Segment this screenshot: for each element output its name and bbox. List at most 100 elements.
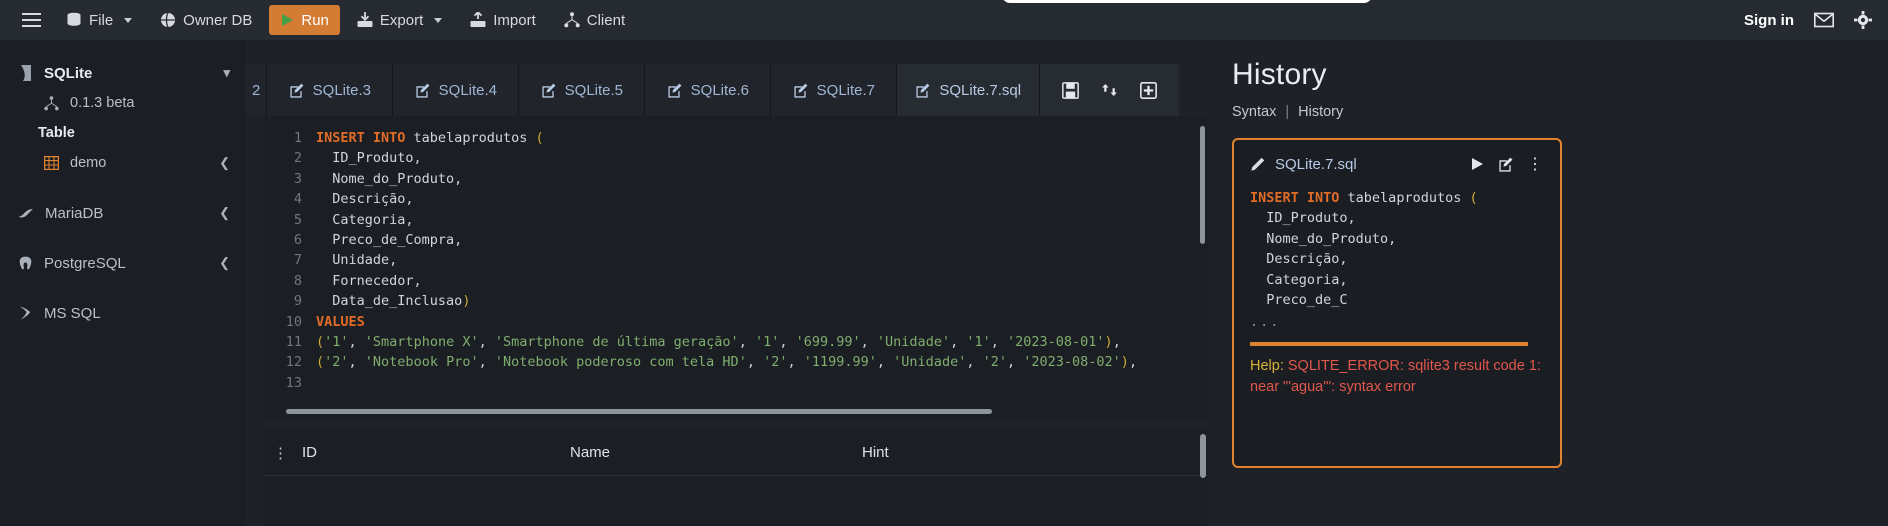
notification-popup-sliver[interactable]	[1002, 0, 1372, 3]
line-number: 4	[293, 191, 302, 208]
file-menu-button[interactable]: File	[55, 5, 143, 35]
sidebar: SQLite ▾ 0.1.3 beta Table demo ❮ MariaDB…	[0, 40, 246, 526]
sign-in-button[interactable]: Sign in	[1744, 12, 1794, 29]
editor-horizontal-scrollbar[interactable]	[286, 409, 992, 414]
page-title: History	[1232, 58, 1327, 91]
line-number: 9	[293, 293, 302, 310]
sidebar-item-postgresql[interactable]: PostgreSQL ❮	[0, 248, 246, 278]
history-code-line: ID_Produto,	[1250, 208, 1544, 228]
code-token: '2023-08-02'	[1023, 354, 1121, 371]
history-panel: History Syntax | History SQLite.7.sql ⋮ …	[1208, 40, 1888, 526]
tab-sqlite-3[interactable]: SQLite.3	[267, 64, 394, 116]
editor-vertical-scrollbar[interactable]	[1200, 126, 1205, 244]
sidebar-section-table: Table	[0, 118, 246, 148]
mariadb-icon	[18, 206, 34, 220]
link-syntax[interactable]: Syntax	[1232, 104, 1276, 120]
history-card-code: INSERT INTO tabelaprodutos ( ID_Produto,…	[1250, 188, 1544, 310]
tab-sqlite-7-sql[interactable]: SQLite.7.sql	[897, 64, 1041, 116]
sql-editor[interactable]: 1 INSERT INTO tabelaprodutos ( 2 ID_Produ…	[264, 116, 1208, 418]
code-line: 2 ID_Produto,	[264, 148, 1208, 168]
results-vertical-scrollbar[interactable]	[1200, 434, 1206, 478]
owner-db-button[interactable]: Owner DB	[149, 5, 263, 35]
kebab-menu-icon[interactable]: ⋮	[1527, 154, 1544, 174]
edit-icon	[667, 83, 682, 98]
code-token: ,	[860, 334, 877, 351]
app-root: File Owner DB Run Export Import Client S…	[0, 0, 1888, 526]
sidebar-item-mariadb[interactable]: MariaDB ❮	[0, 198, 246, 228]
sidebar-item-version[interactable]: 0.1.3 beta	[0, 88, 246, 118]
play-icon	[280, 13, 294, 27]
code-token: ,	[876, 354, 894, 371]
chevron-down-icon[interactable]: ▾	[223, 65, 230, 81]
code-token: tabelaprodutos	[413, 130, 536, 146]
sidebar-item-mssql[interactable]: MS SQL	[0, 298, 246, 328]
sidebar-item-label: MariaDB	[45, 204, 104, 222]
code-token: Preco_de_Compra,	[316, 232, 463, 249]
line-number: 2	[293, 150, 302, 167]
line-number: 6	[293, 232, 302, 249]
editor-tabbar: 2 SQLite.3 SQLite.4 SQLite.5 SQLite.6 SQ…	[246, 64, 1208, 116]
kebab-menu-icon[interactable]: ⋮	[264, 444, 298, 462]
sidebar-item-label: MS SQL	[44, 304, 101, 322]
code-token: ,	[1006, 354, 1024, 371]
hamburger-icon	[22, 13, 41, 27]
client-button[interactable]: Client	[553, 5, 636, 35]
add-tab-icon[interactable]	[1140, 81, 1158, 99]
edit-icon	[289, 83, 304, 98]
code-token: 'Notebook poderoso com tela HD'	[494, 354, 747, 371]
code-token: '2'	[982, 354, 1007, 371]
chevron-left-icon[interactable]: ❮	[219, 255, 230, 271]
line-number: 13	[285, 374, 302, 391]
run-button[interactable]: Run	[269, 5, 340, 35]
sidebar-section-label: Table	[38, 125, 75, 141]
tab-sqlite-5[interactable]: SQLite.5	[519, 64, 646, 116]
sql-code[interactable]: 1 INSERT INTO tabelaprodutos ( 2 ID_Produ…	[264, 116, 1208, 393]
error-help-label: Help:	[1250, 358, 1284, 375]
edit-icon[interactable]	[1498, 157, 1513, 172]
code-line: 10 VALUES	[264, 312, 1208, 332]
export-menu-button[interactable]: Export	[346, 5, 453, 35]
chevron-left-icon[interactable]: ❮	[219, 155, 230, 171]
code-token: 'Unidade'	[876, 334, 951, 351]
history-card-actions: ⋮	[1470, 154, 1544, 174]
client-label: Client	[586, 11, 626, 29]
code-token: 'Smartphone de última geração'	[494, 334, 739, 351]
save-icon[interactable]	[1062, 81, 1079, 99]
sidebar-item-label: SQLite	[44, 64, 93, 82]
code-token: Descrição,	[316, 191, 414, 208]
tab-sqlite-6[interactable]: SQLite.6	[645, 64, 772, 116]
gear-icon[interactable]	[1854, 11, 1872, 29]
code-line: 13	[264, 373, 1208, 393]
tab-sqlite-4[interactable]: SQLite.4	[393, 64, 520, 116]
tab-sqlite-7[interactable]: SQLite.7	[771, 64, 898, 116]
play-icon[interactable]	[1470, 157, 1484, 171]
history-card[interactable]: SQLite.7.sql ⋮ INSERT INTO tabelaproduto…	[1232, 138, 1562, 468]
link-history[interactable]: History	[1298, 104, 1343, 120]
sidebar-item-demo[interactable]: demo ❮	[0, 148, 246, 178]
results-column-hint[interactable]: Hint	[858, 444, 1158, 461]
sidebar-item-sqlite[interactable]: SQLite ▾	[0, 58, 246, 88]
results-column-id[interactable]: ID	[298, 444, 566, 461]
code-token: Fornecedor,	[316, 272, 422, 289]
code-token: )	[1104, 334, 1113, 351]
import-button[interactable]: Import	[459, 5, 547, 35]
code-token: '2'	[763, 354, 788, 371]
code-token: ,	[779, 334, 796, 351]
code-token: ,	[348, 334, 365, 351]
tab-label: SQLite.4	[438, 81, 498, 99]
sidebar-item-label: PostgreSQL	[44, 254, 126, 272]
results-column-name[interactable]: Name	[566, 444, 858, 461]
refresh-icon[interactable]	[1101, 82, 1118, 98]
chevron-left-icon[interactable]: ❮	[219, 205, 230, 221]
code-token: ,	[787, 354, 804, 371]
tab-sqlite-2[interactable]: 2	[246, 64, 268, 116]
code-token: Data_de_Inclusao	[316, 293, 463, 310]
code-token: '1'	[754, 334, 780, 351]
hamburger-menu-button[interactable]	[14, 5, 49, 35]
line-number: 7	[293, 252, 302, 269]
sidebar-item-label: demo	[70, 155, 107, 171]
edit-icon	[541, 83, 556, 98]
envelope-icon[interactable]	[1814, 12, 1834, 28]
edit-icon	[793, 83, 808, 98]
